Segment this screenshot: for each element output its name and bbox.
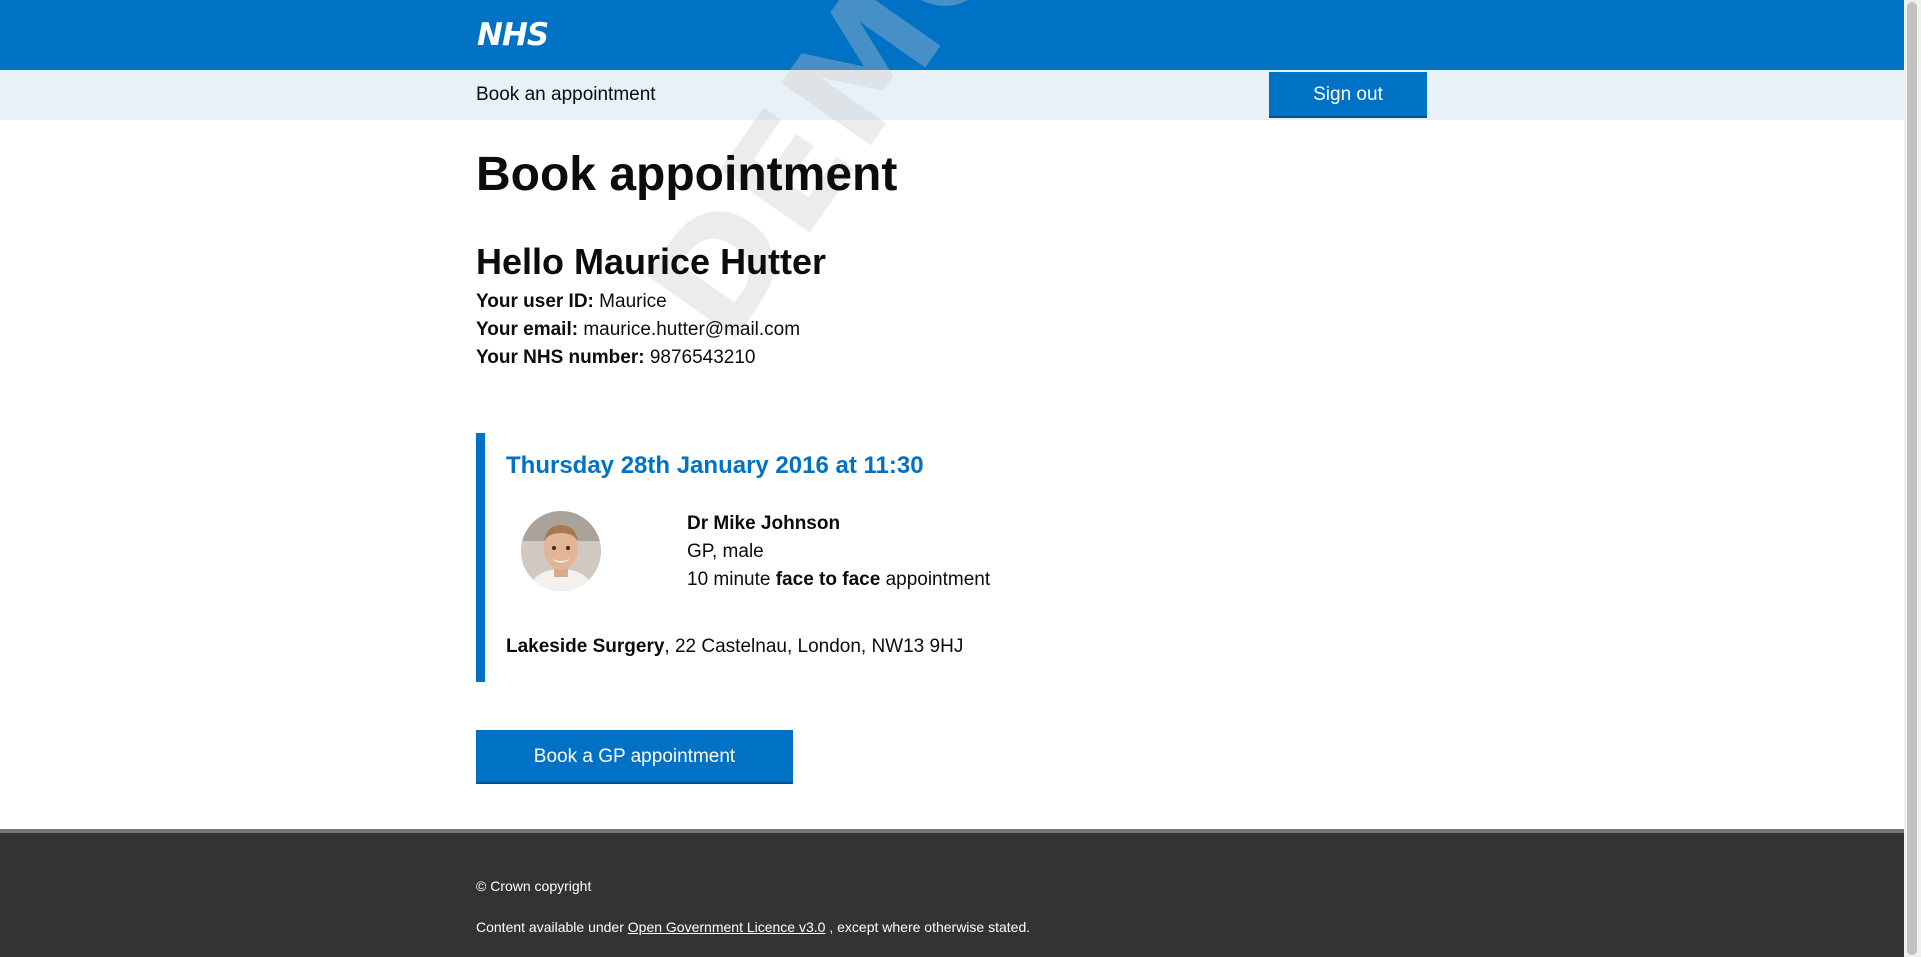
doctor-name: Dr Mike Johnson [687,513,841,534]
user-id-row: Your user ID: Maurice [476,290,667,314]
scrollbar-thumb[interactable] [1907,2,1917,955]
greeting-heading: Hello Maurice Hutter [476,241,827,282]
nhs-logo[interactable]: NHS [477,17,549,53]
surgery-location: Lakeside Surgery, 22 Castelnau, London, … [506,635,963,659]
nhs-number-row: Your NHS number: 9876543210 [476,346,756,370]
site-footer [0,833,1904,957]
appointment-mode-suffix: appointment [885,569,991,590]
doctor-photo-icon [521,511,601,591]
appointment-mode: face to face [775,569,881,590]
appointment-date: Thursday 28th January 2016 at 11:30 [506,452,924,479]
appointment-duration: 10 minute [687,569,771,590]
email-row: Your email: maurice.hutter@mail.com [476,318,800,342]
nhs-number-value: 9876543210 [649,347,756,368]
sign-out-button[interactable]: Sign out [1269,72,1427,118]
doctor-role: GP, male [687,541,764,562]
email-label: Your email: [476,319,579,340]
surgery-name: Lakeside Surgery [506,636,665,657]
doctor-avatar [521,511,601,591]
licence-statement: Content available under Open Government … [476,918,1030,936]
crown-copyright: © Crown copyright [476,878,592,894]
site-header [0,0,1904,70]
open-government-licence-link[interactable]: Open Government Licence v3.0 [628,919,826,935]
book-gp-appointment-button[interactable]: Book a GP appointment [476,730,793,784]
surgery-address: , 22 Castelnau, London, NW13 9HJ [664,636,964,657]
service-name[interactable]: Book an appointment [476,84,656,106]
appointment-type: 10 minute face to face appointment [687,568,990,592]
licence-prefix: Content available under [476,919,624,935]
page-title: Book appointment [476,148,898,201]
user-id-value: Maurice [599,291,667,312]
sub-navigation [0,70,1904,120]
appointment-card-accent [476,433,485,682]
licence-suffix: , except where otherwise stated. [829,919,1031,935]
email-value: maurice.hutter@mail.com [583,319,801,340]
user-id-label: Your user ID: [476,291,594,312]
nhs-number-label: Your NHS number: [476,347,645,368]
